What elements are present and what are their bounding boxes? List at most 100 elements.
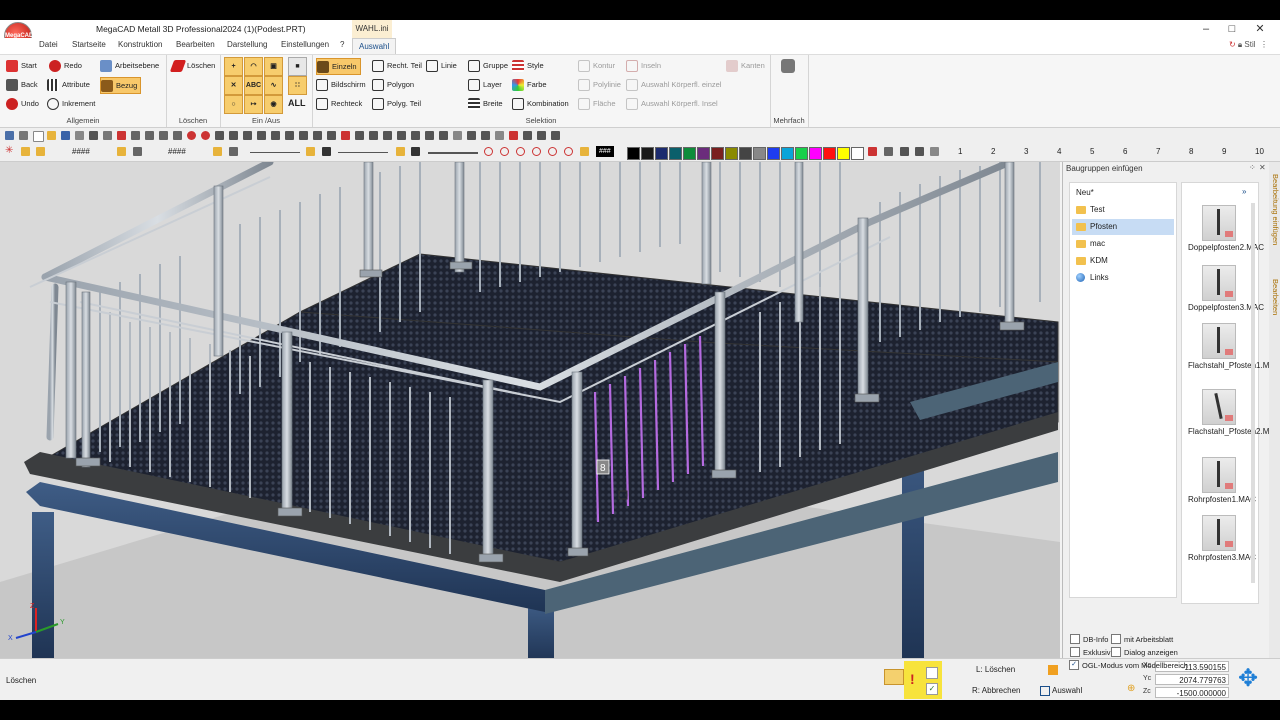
color-swatch[interactable] bbox=[725, 147, 738, 160]
add-point-icon[interactable]: ⊕ bbox=[1127, 683, 1135, 694]
option-ogl-modus[interactable]: ✓ OGL-Modus vom Modellbereich bbox=[1069, 660, 1188, 670]
view-top-icon[interactable] bbox=[145, 131, 154, 140]
hidden-lines-icon[interactable] bbox=[327, 131, 336, 140]
new-file-icon[interactable] bbox=[19, 131, 28, 140]
redo-small-icon[interactable] bbox=[201, 131, 210, 140]
maximize-button[interactable]: □ bbox=[1222, 22, 1242, 36]
circle-toggle-icon[interactable]: ○ bbox=[224, 95, 243, 114]
color-swatch[interactable] bbox=[837, 147, 850, 160]
layer-8[interactable]: 8 bbox=[1189, 147, 1193, 156]
export-icon[interactable] bbox=[551, 131, 560, 140]
lock-icon[interactable]: 🔒︎ bbox=[1238, 40, 1242, 49]
gallery-item[interactable]: Rohrpfosten3.MAC bbox=[1188, 515, 1256, 563]
loeschen-button[interactable]: Löschen bbox=[169, 58, 215, 73]
wireframe-icon[interactable] bbox=[313, 131, 322, 140]
kanten-button[interactable]: Kanten bbox=[726, 58, 765, 73]
side-tab-bearbeiten[interactable]: Bearbeiten bbox=[1269, 262, 1280, 332]
tab-datei[interactable]: Datei bbox=[39, 40, 58, 49]
layer-settings-icon[interactable] bbox=[930, 147, 939, 156]
farbe-button[interactable]: Farbe bbox=[512, 77, 547, 92]
arc-toggle-icon[interactable]: ◠ bbox=[244, 57, 263, 76]
line-width-field[interactable]: #### bbox=[168, 147, 186, 156]
gallery-item[interactable]: Rohrpfosten1.MAC bbox=[1188, 457, 1256, 505]
tab-bearbeiten[interactable]: Bearbeiten bbox=[176, 40, 215, 49]
inkrement-button[interactable]: Inkrement bbox=[47, 96, 95, 111]
section-icon[interactable] bbox=[439, 131, 448, 140]
checkbox[interactable] bbox=[1070, 647, 1080, 657]
undo-button[interactable]: Undo bbox=[6, 96, 39, 111]
cube-right-icon[interactable] bbox=[397, 131, 406, 140]
folder-icon[interactable] bbox=[47, 131, 56, 140]
gallery-item[interactable]: Flachstahl_Pfosten2.MAC bbox=[1188, 389, 1280, 437]
layer-manager-icon[interactable] bbox=[285, 131, 294, 140]
einzeln-button[interactable]: Einzeln bbox=[316, 58, 361, 75]
layer-2[interactable]: 2 bbox=[991, 147, 995, 156]
recht-teil-button[interactable]: Recht. Teil bbox=[372, 58, 422, 73]
color-swatch[interactable] bbox=[753, 147, 766, 160]
start-button[interactable]: Start bbox=[6, 58, 37, 73]
tab-darstellung[interactable]: Darstellung bbox=[227, 40, 267, 49]
layer-1[interactable]: 1 bbox=[958, 147, 962, 156]
grid-toggle-icon[interactable]: ∷ bbox=[288, 76, 307, 95]
gruppe-button[interactable]: Gruppe bbox=[468, 58, 508, 73]
marker-icon[interactable] bbox=[509, 131, 518, 140]
zoom-out-icon[interactable] bbox=[484, 147, 493, 156]
measure-icon[interactable] bbox=[495, 131, 504, 140]
paste-icon[interactable] bbox=[103, 131, 112, 140]
checkbox[interactable] bbox=[1111, 634, 1121, 644]
multi-select-icon[interactable] bbox=[781, 59, 795, 73]
bildschirm-button[interactable]: Bildschirm bbox=[316, 77, 366, 92]
layer-lines-icon[interactable] bbox=[900, 147, 909, 156]
open-file-icon[interactable] bbox=[33, 131, 44, 142]
color-swatch[interactable] bbox=[627, 147, 640, 160]
color-swatch[interactable] bbox=[851, 147, 864, 160]
layer-4[interactable]: 4 bbox=[1057, 147, 1061, 156]
navigation-cross-icon[interactable]: ✥ bbox=[1234, 665, 1262, 693]
zoom-window-small-icon[interactable] bbox=[516, 147, 525, 156]
zoom-window-icon[interactable] bbox=[215, 131, 224, 140]
tab-einstellungen[interactable]: Einstellungen bbox=[281, 40, 329, 49]
koerperfl-insel-button[interactable]: Auswahl Körperfl. Insel bbox=[626, 96, 718, 111]
arbeitsebene-button[interactable]: Arbeitsebene bbox=[100, 58, 159, 73]
lock-width-icon[interactable] bbox=[213, 147, 222, 156]
layer-6[interactable]: 6 bbox=[1123, 147, 1127, 156]
tree-item-test[interactable]: Test bbox=[1072, 202, 1174, 218]
tree-item-links[interactable]: Links bbox=[1072, 270, 1174, 286]
snap-point-icon[interactable]: ✳ bbox=[5, 145, 13, 156]
refresh-icon[interactable]: ↻ bbox=[1229, 40, 1236, 49]
close-button[interactable]: ✕ bbox=[1250, 22, 1270, 36]
print-icon[interactable] bbox=[75, 131, 84, 140]
dimension-toggle-icon[interactable]: ↦ bbox=[244, 95, 263, 114]
rechteck-button[interactable]: Rechteck bbox=[316, 96, 362, 111]
paint-icon[interactable] bbox=[868, 147, 877, 156]
tree-item-mac[interactable]: mac bbox=[1072, 236, 1174, 252]
layer-3[interactable]: 3 bbox=[1024, 147, 1028, 156]
minimize-button[interactable]: – bbox=[1196, 22, 1216, 36]
undo-small-icon[interactable] bbox=[187, 131, 196, 140]
color-lock-icon[interactable] bbox=[36, 147, 45, 156]
copy-icon[interactable] bbox=[89, 131, 98, 140]
cube-front-icon[interactable] bbox=[355, 131, 364, 140]
inseln-button[interactable]: Inseln bbox=[626, 58, 661, 73]
polyg-teil-button[interactable]: Polyg. Teil bbox=[372, 96, 421, 111]
layer-9[interactable]: 9 bbox=[1222, 147, 1226, 156]
option-mit-arbeitsblatt[interactable]: mit Arbeitsblatt bbox=[1111, 634, 1173, 644]
breite-button[interactable]: Breite bbox=[468, 96, 503, 111]
option-db-info[interactable]: DB-Info bbox=[1070, 634, 1108, 644]
notification-icon[interactable] bbox=[1048, 665, 1058, 675]
y-coordinate[interactable]: 2074.779763 bbox=[1155, 674, 1229, 685]
zoom-in-icon[interactable] bbox=[500, 147, 509, 156]
tree-item-neu[interactable]: Neu* bbox=[1072, 185, 1174, 201]
gallery-item[interactable]: Doppelpfosten2.MAC bbox=[1188, 205, 1264, 253]
lock-line-icon[interactable] bbox=[306, 147, 315, 156]
color-swatch[interactable] bbox=[655, 147, 668, 160]
view-front-icon[interactable] bbox=[131, 131, 140, 140]
solid-toggle-icon[interactable]: ■ bbox=[288, 57, 307, 76]
toolbox-icon[interactable] bbox=[884, 669, 904, 685]
text-toggle-icon[interactable]: ABC bbox=[244, 76, 263, 95]
select-tool-icon[interactable] bbox=[5, 131, 14, 140]
panel-close-icon[interactable]: ✕ bbox=[1259, 163, 1266, 172]
all-toggle-icon[interactable]: ALL bbox=[288, 95, 306, 112]
color-swatch[interactable] bbox=[809, 147, 822, 160]
cube-back-icon[interactable] bbox=[369, 131, 378, 140]
